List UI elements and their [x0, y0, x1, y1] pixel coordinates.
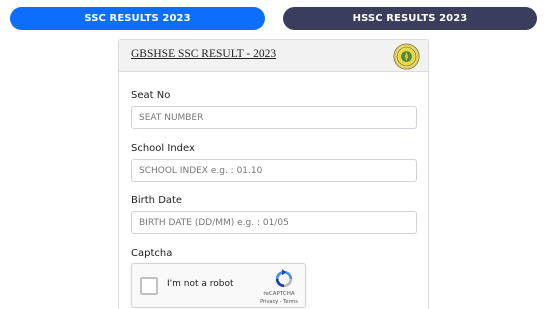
board-emblem-icon — [393, 43, 420, 70]
seat-no-label: Seat No — [131, 90, 171, 101]
birth-date-input[interactable] — [131, 211, 417, 234]
recaptcha-links: Privacy - Terms — [254, 299, 304, 305]
seat-number-input[interactable] — [131, 106, 417, 129]
recaptcha-brand: reCAPTCHA — [263, 291, 295, 297]
school-index-input[interactable] — [131, 159, 417, 182]
recaptcha-privacy-link[interactable]: Privacy — [260, 299, 278, 305]
recaptcha-checkbox-text: I'm not a robot — [167, 279, 234, 289]
recaptcha-checkbox[interactable] — [140, 277, 158, 295]
recaptcha-widget: I'm not a robot reCAPTCHA Privacy - Term… — [131, 263, 306, 308]
tab-hssc-results[interactable]: HSSC RESULTS 2023 — [283, 7, 537, 30]
recaptcha-logo-icon — [275, 269, 293, 288]
recaptcha-terms-link[interactable]: Terms — [283, 299, 298, 305]
birth-date-label: Birth Date — [131, 195, 183, 206]
school-index-label: School Index — [131, 143, 195, 154]
result-form-card: GBSHSE SSC RESULT - 2023 Seat No School … — [118, 39, 429, 309]
form-title: GBSHSE SSC RESULT - 2023 — [131, 48, 277, 60]
tab-ssc-results[interactable]: SSC RESULTS 2023 — [10, 7, 265, 30]
captcha-label: Captcha — [131, 248, 173, 259]
card-header: GBSHSE SSC RESULT - 2023 — [119, 40, 428, 72]
